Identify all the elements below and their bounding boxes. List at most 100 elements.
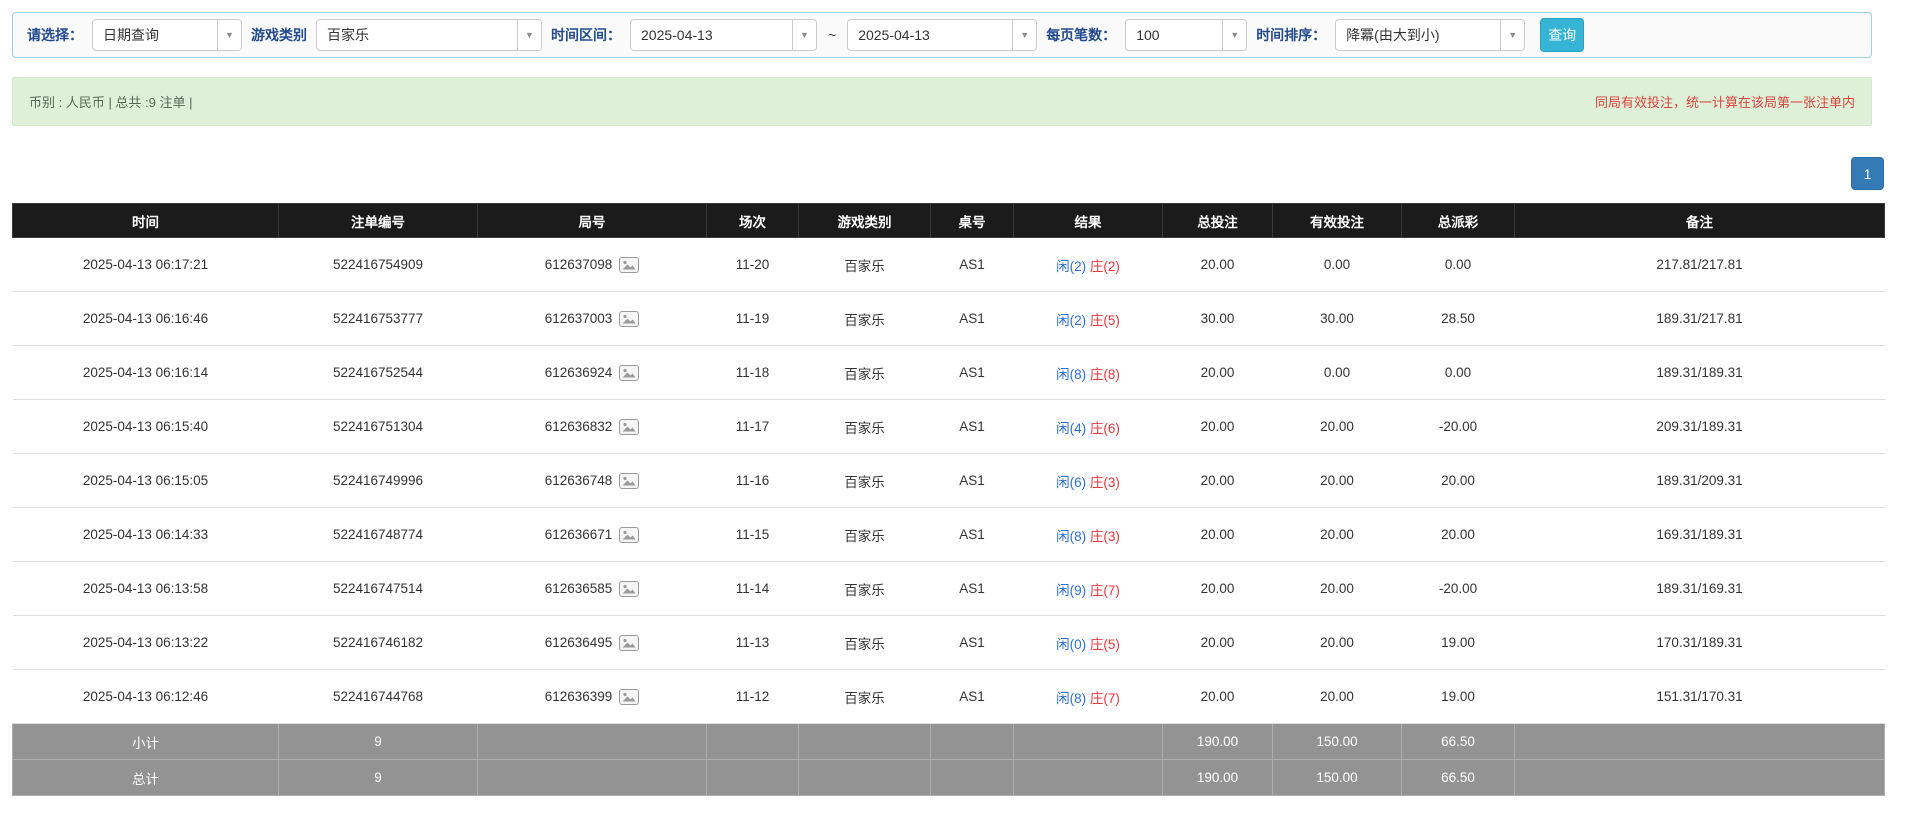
cell-time: 2025-04-13 06:15:40	[13, 400, 279, 454]
cell-table-no: AS1	[931, 238, 1014, 292]
round-number: 612636585	[545, 581, 613, 596]
cell-bet-id: 522416751304	[279, 400, 478, 454]
chevron-down-icon: ▼	[1500, 20, 1524, 50]
cell-game-type: 百家乐	[799, 562, 931, 616]
cell-total-bet[interactable]: 20.00	[1163, 454, 1273, 508]
cell-valid-bet: 20.00	[1273, 454, 1402, 508]
time-range-label: 时间区间：	[551, 25, 621, 45]
pagination: 1	[1851, 157, 1884, 190]
cell-payout: 0.00	[1402, 346, 1515, 400]
game-type-label: 游戏类别	[251, 25, 307, 45]
cell-bet-id: 522416754909	[279, 238, 478, 292]
subtotal-label: 小计	[13, 724, 279, 760]
result-banker: 庄(5)	[1090, 313, 1120, 328]
cell-valid-bet: 0.00	[1273, 346, 1402, 400]
query-type-value: 日期查询	[93, 25, 217, 45]
cell-session: 11-20	[707, 238, 799, 292]
cell-round: 612636585	[478, 562, 707, 616]
cell-time: 2025-04-13 06:12:46	[13, 670, 279, 724]
cell-remark: 189.31/217.81	[1515, 292, 1885, 346]
date-to-select[interactable]: 2025-04-13 ▼	[847, 19, 1037, 51]
page-1-button[interactable]: 1	[1851, 157, 1884, 190]
col-table-no: 桌号	[931, 204, 1014, 238]
result-banker: 庄(6)	[1090, 421, 1120, 436]
cell-time: 2025-04-13 06:17:21	[13, 238, 279, 292]
cell-bet-id: 522416747514	[279, 562, 478, 616]
table-summary: 小计 9 190.00 150.00 66.50 总计 9 190.00 150…	[13, 724, 1885, 796]
cell-remark: 169.31/189.31	[1515, 508, 1885, 562]
cell-game-type: 百家乐	[799, 454, 931, 508]
cell-remark: 209.31/189.31	[1515, 400, 1885, 454]
road-image-icon[interactable]	[619, 527, 639, 543]
date-from-select[interactable]: 2025-04-13 ▼	[630, 19, 817, 51]
col-payout: 总派彩	[1402, 204, 1515, 238]
cell-result: 闲(0) 庄(5)	[1014, 616, 1163, 670]
subtotal-valid-bet: 150.00	[1273, 724, 1402, 760]
road-image-icon[interactable]	[619, 365, 639, 381]
per-page-value: 100	[1126, 27, 1222, 43]
cell-payout: 19.00	[1402, 616, 1515, 670]
per-page-select[interactable]: 100 ▼	[1125, 19, 1247, 51]
per-page-label: 每页笔数：	[1046, 25, 1116, 45]
road-image-icon[interactable]	[619, 419, 639, 435]
cell-bet-id: 522416749996	[279, 454, 478, 508]
cell-payout: 20.00	[1402, 454, 1515, 508]
road-image-icon[interactable]	[619, 689, 639, 705]
cell-total-bet[interactable]: 20.00	[1163, 238, 1273, 292]
result-banker: 庄(7)	[1090, 583, 1120, 598]
col-total-bet: 总投注	[1163, 204, 1273, 238]
cell-total-bet[interactable]: 20.00	[1163, 400, 1273, 454]
cell-remark: 189.31/169.31	[1515, 562, 1885, 616]
valid-bet-note: 同局有效投注，统一计算在该局第一张注单内	[1595, 92, 1855, 111]
search-button[interactable]: 查询	[1540, 18, 1584, 52]
subtotal-payout: 66.50	[1402, 724, 1515, 760]
total-label: 总计	[13, 760, 279, 796]
cell-result: 闲(2) 庄(5)	[1014, 292, 1163, 346]
road-image-icon[interactable]	[619, 257, 639, 273]
cell-game-type: 百家乐	[799, 616, 931, 670]
cell-game-type: 百家乐	[799, 400, 931, 454]
cell-total-bet[interactable]: 20.00	[1163, 670, 1273, 724]
game-type-value: 百家乐	[317, 25, 517, 45]
cell-game-type: 百家乐	[799, 238, 931, 292]
cell-remark: 217.81/217.81	[1515, 238, 1885, 292]
date-to-value: 2025-04-13	[848, 27, 1012, 43]
round-number: 612636399	[545, 689, 613, 704]
cell-bet-id: 522416752544	[279, 346, 478, 400]
round-number: 612637003	[545, 311, 613, 326]
cell-session: 11-18	[707, 346, 799, 400]
cell-result: 闲(4) 庄(6)	[1014, 400, 1163, 454]
game-type-select[interactable]: 百家乐 ▼	[316, 19, 542, 51]
cell-payout: 0.00	[1402, 238, 1515, 292]
cell-session: 11-15	[707, 508, 799, 562]
sort-value: 降冪(由大到小)	[1336, 25, 1500, 45]
table-row: 2025-04-13 06:16:14522416752544612636924…	[13, 346, 1885, 400]
round-number: 612636832	[545, 419, 613, 434]
cell-total-bet[interactable]: 20.00	[1163, 562, 1273, 616]
round-number: 612636748	[545, 473, 613, 488]
cell-time: 2025-04-13 06:14:33	[13, 508, 279, 562]
date-from-value: 2025-04-13	[631, 27, 792, 43]
cell-payout: -20.00	[1402, 400, 1515, 454]
cell-time: 2025-04-13 06:13:22	[13, 616, 279, 670]
cell-total-bet[interactable]: 20.00	[1163, 508, 1273, 562]
cell-session: 11-17	[707, 400, 799, 454]
subtotal-count: 9	[279, 724, 478, 760]
cell-total-bet[interactable]: 20.00	[1163, 346, 1273, 400]
cell-valid-bet: 20.00	[1273, 508, 1402, 562]
cell-valid-bet: 20.00	[1273, 616, 1402, 670]
road-image-icon[interactable]	[619, 635, 639, 651]
cell-session: 11-12	[707, 670, 799, 724]
sort-select[interactable]: 降冪(由大到小) ▼	[1335, 19, 1525, 51]
road-image-icon[interactable]	[619, 311, 639, 327]
road-image-icon[interactable]	[619, 581, 639, 597]
cell-valid-bet: 20.00	[1273, 670, 1402, 724]
cell-total-bet[interactable]: 20.00	[1163, 616, 1273, 670]
query-type-select[interactable]: 日期查询 ▼	[92, 19, 242, 51]
cell-result: 闲(2) 庄(2)	[1014, 238, 1163, 292]
total-total-bet: 190.00	[1163, 760, 1273, 796]
result-player: 闲(2)	[1056, 259, 1086, 274]
table-row: 2025-04-13 06:15:40522416751304 612636832…	[13, 400, 1885, 454]
cell-total-bet[interactable]: 30.00	[1163, 292, 1273, 346]
road-image-icon[interactable]	[619, 473, 639, 489]
